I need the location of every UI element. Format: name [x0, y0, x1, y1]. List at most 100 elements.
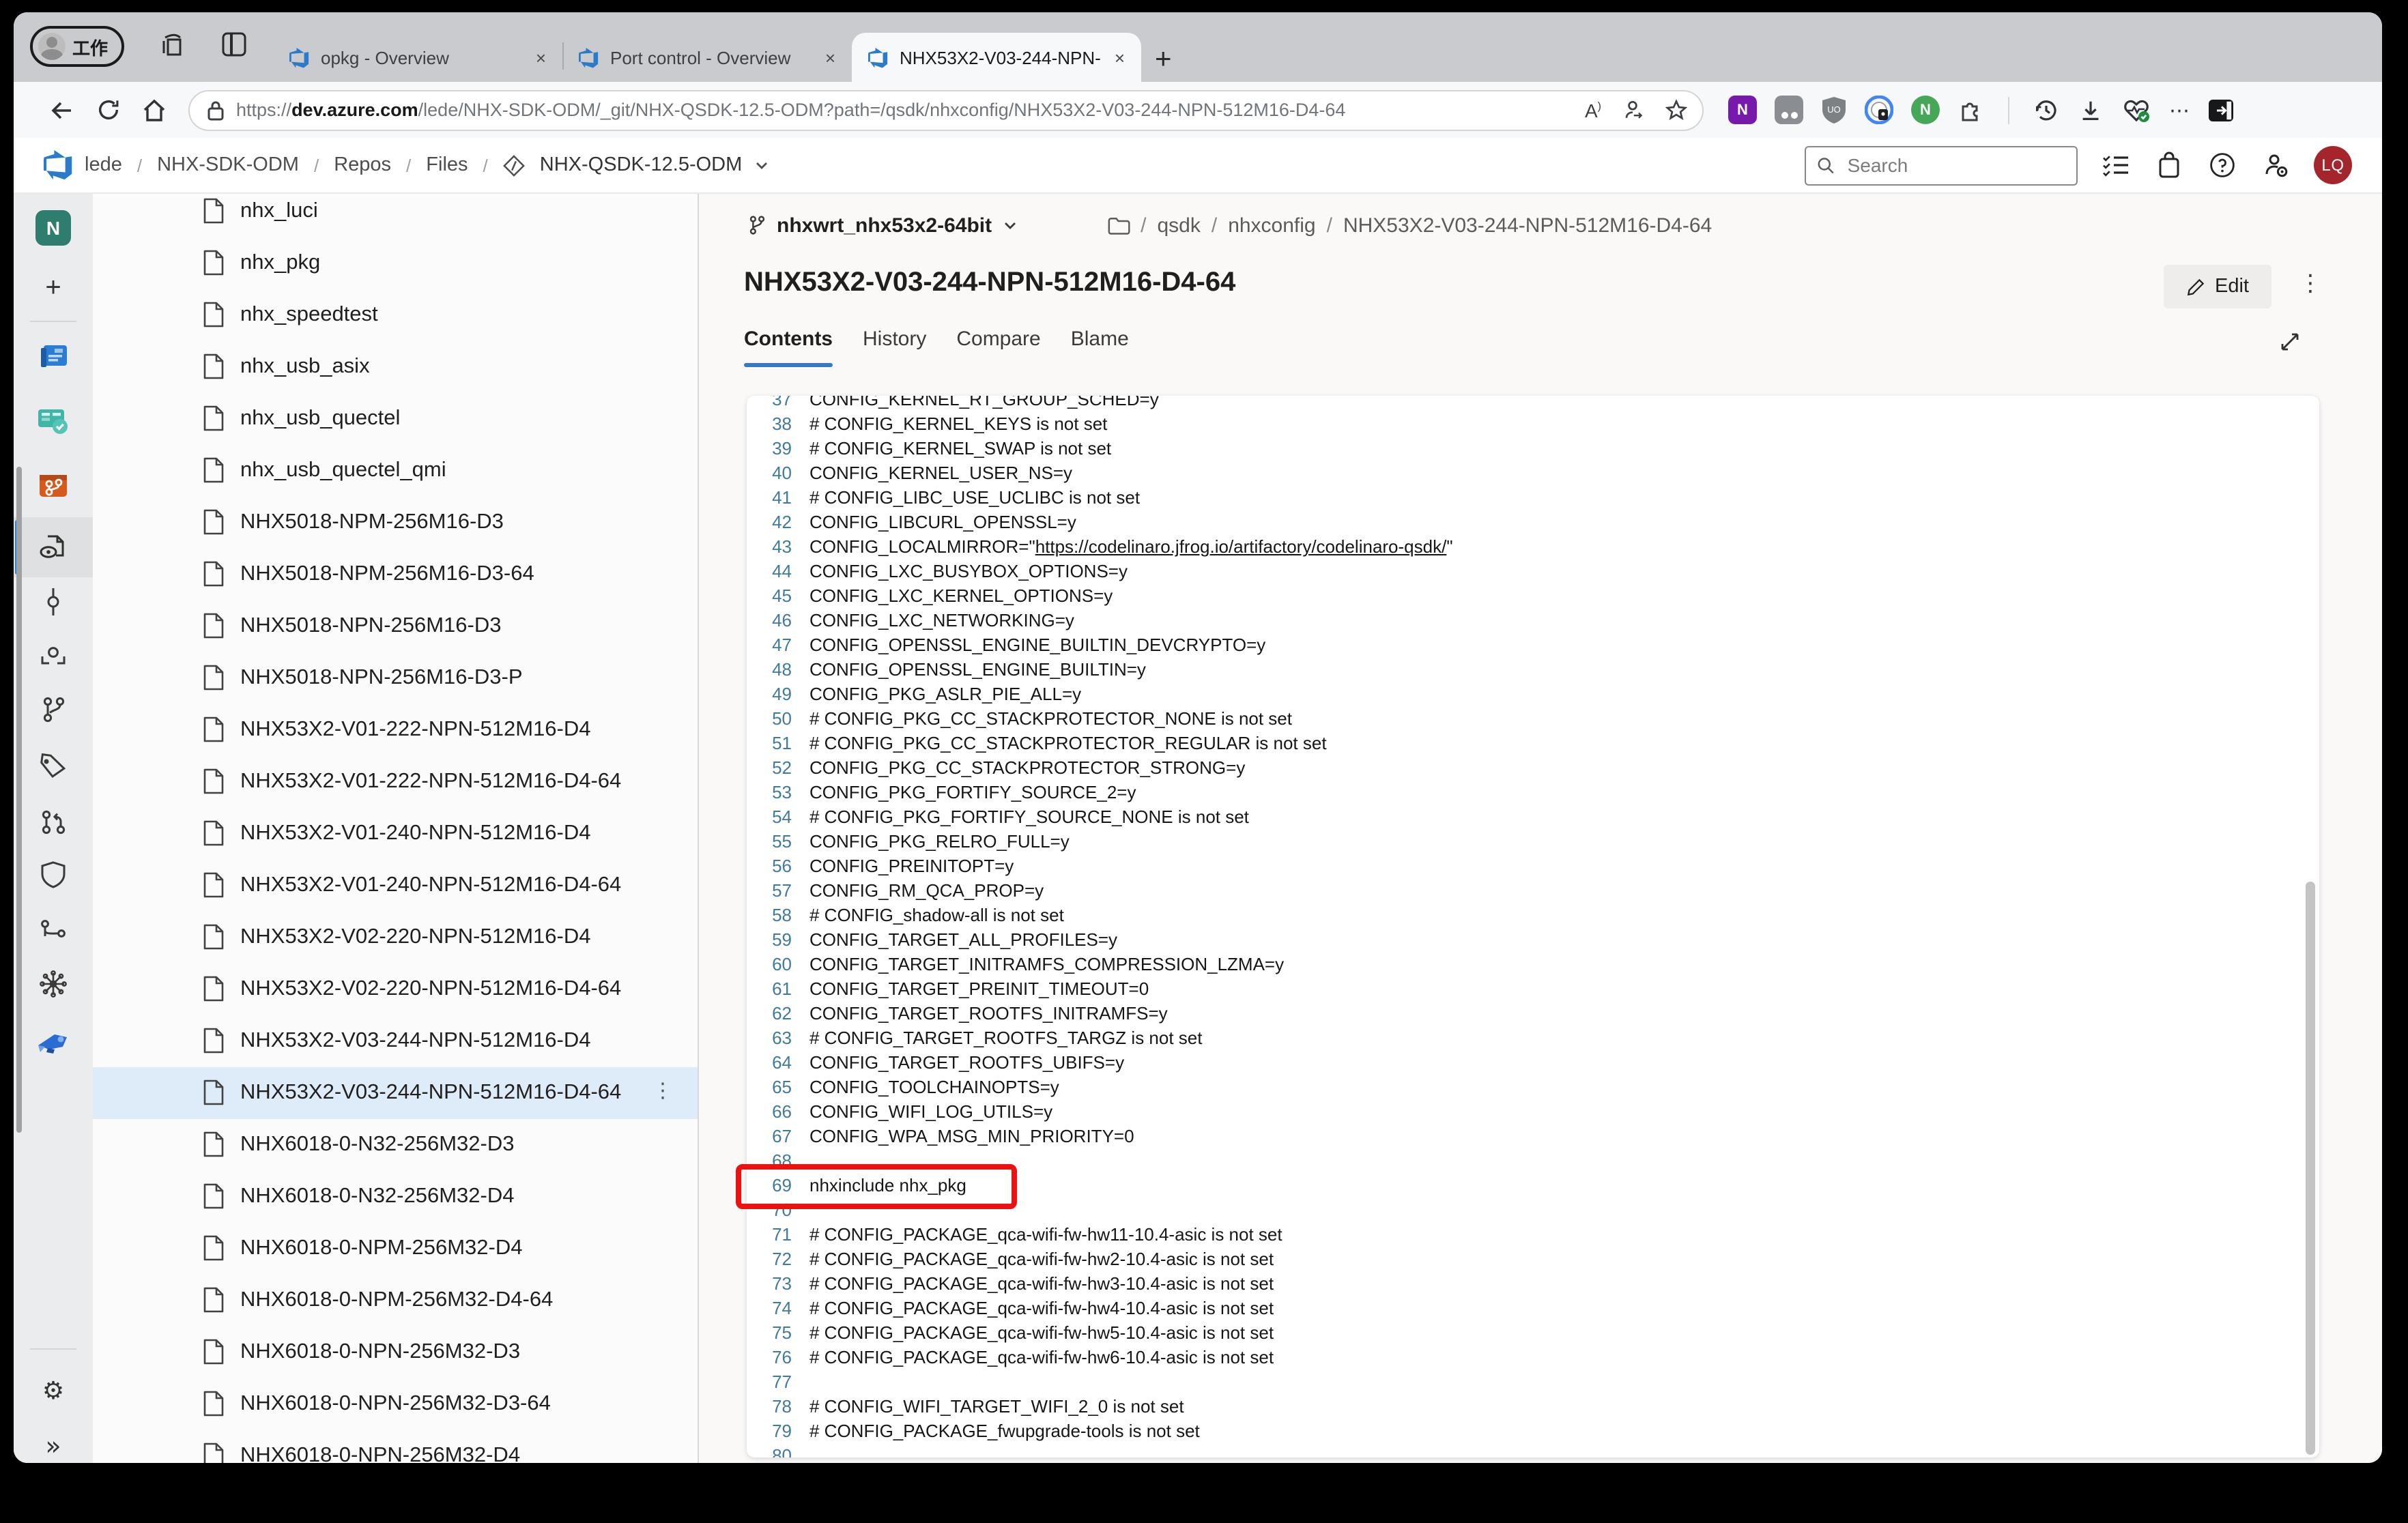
tab-history[interactable]: History: [863, 328, 926, 367]
rail-expand-icon[interactable]: »: [14, 1419, 93, 1463]
rail-boards-icon[interactable]: [14, 393, 93, 448]
task-list-icon[interactable]: [2101, 150, 2131, 180]
user-avatar[interactable]: LQ: [2314, 146, 2352, 184]
browser-profile-button[interactable]: 工作: [30, 26, 124, 67]
home-button[interactable]: [134, 89, 175, 130]
rail-pipelines-icon[interactable]: [14, 1014, 93, 1069]
tree-row[interactable]: nhx_usb_asix: [93, 341, 698, 393]
rail-security-shield-icon[interactable]: [14, 847, 93, 902]
user-settings-icon[interactable]: [2261, 150, 2291, 180]
tree-row[interactable]: NHX5018-NPM-256M16-D3-64: [93, 549, 698, 600]
tree-row[interactable]: NHX5018-NPN-256M16-D3: [93, 600, 698, 652]
tree-row[interactable]: nhx_pkg: [93, 237, 698, 289]
search-input[interactable]: [1845, 153, 2065, 177]
tree-row[interactable]: nhx_usb_quectel_qmi: [93, 445, 698, 497]
azure-devops-logo[interactable]: [44, 150, 74, 180]
marketplace-bag-icon[interactable]: [2154, 150, 2184, 180]
rail-pullrequests-icon[interactable]: [14, 794, 93, 849]
branch-selector[interactable]: nhxwrt_nhx53x2-64bit: [777, 214, 992, 237]
browser-tab[interactable]: NHX53X2-V03-244-NPN-512M ×: [852, 33, 1141, 82]
tree-row[interactable]: NHX6018-0-N32-256M32-D3: [93, 1119, 698, 1171]
tree-row[interactable]: NHX6018-0-NPM-256M32-D4: [93, 1223, 698, 1275]
back-button[interactable]: [41, 89, 82, 130]
favorites-star-icon[interactable]: [1664, 98, 1689, 122]
breadcrumb-files[interactable]: Files: [426, 154, 468, 176]
tab-actions-icon[interactable]: [221, 31, 251, 61]
rail-tags-icon[interactable]: [14, 740, 93, 794]
tree-row[interactable]: NHX53X2-V03-244-NPN-512M16-D4: [93, 1015, 698, 1067]
tree-row[interactable]: NHX5018-NPM-256M16-D3: [93, 497, 698, 549]
tree-row[interactable]: NHX6018-0-N32-256M32-D4: [93, 1171, 698, 1223]
tree-row[interactable]: NHX5018-NPN-256M16-D3-P: [93, 652, 698, 704]
code-scrollbar[interactable]: [2306, 882, 2315, 1455]
tree-row[interactable]: NHX53X2-V02-220-NPN-512M16-D4-64: [93, 963, 698, 1015]
browser-tab[interactable]: Port control - Overview ×: [562, 33, 852, 82]
rail-pushes-icon[interactable]: [14, 629, 93, 684]
session-extension-icon[interactable]: [1775, 96, 1803, 124]
tab-close-icon[interactable]: ×: [533, 47, 549, 68]
tab-contents[interactable]: Contents: [744, 328, 833, 367]
profile-sync-icon[interactable]: [1620, 98, 1645, 122]
edit-button[interactable]: Edit: [2164, 265, 2271, 308]
tree-row[interactable]: NHX6018-0-NPN-256M32-D3-64: [93, 1378, 698, 1430]
breadcrumb-org[interactable]: lede: [85, 154, 122, 176]
path-segment[interactable]: qsdk: [1157, 214, 1200, 237]
tree-row[interactable]: NHX6018-0-NPN-256M32-D3: [93, 1326, 698, 1378]
tab-close-icon[interactable]: ×: [822, 47, 838, 68]
branch-chevron-icon[interactable]: [1001, 217, 1018, 233]
tree-row[interactable]: NHX53X2-V01-240-NPN-512M16-D4: [93, 808, 698, 860]
tree-row[interactable]: NHX53X2-V01-222-NPN-512M16-D4: [93, 704, 698, 756]
mirror-url-link[interactable]: https://codelinaro.jfrog.io/artifactory/…: [1035, 536, 1447, 557]
tab-close-icon[interactable]: ×: [1112, 47, 1128, 68]
folder-icon[interactable]: [1106, 215, 1130, 235]
tab-blame[interactable]: Blame: [1071, 328, 1129, 367]
notion-like-extension-icon[interactable]: N: [1911, 96, 1940, 124]
tree-row[interactable]: nhx_usb_quectel: [93, 393, 698, 445]
rail-commits-icon[interactable]: [14, 575, 93, 629]
side-panel-icon[interactable]: [2207, 96, 2235, 124]
breadcrumb-project[interactable]: NHX-SDK-ODM: [157, 154, 299, 176]
workspaces-icon[interactable]: [158, 31, 188, 61]
ublock-extension-icon[interactable]: UO: [1821, 96, 1847, 124]
lock-icon[interactable]: [206, 99, 225, 121]
downloads-icon[interactable]: [2078, 96, 2104, 124]
onenote-extension-icon[interactable]: N: [1728, 96, 1757, 124]
settings-more-icon[interactable]: ⋯: [2169, 98, 2190, 122]
rail-branches-icon[interactable]: [14, 682, 93, 737]
rail-new-project-icon[interactable]: +: [14, 261, 93, 315]
rail-topology-icon[interactable]: [14, 957, 93, 1011]
help-icon[interactable]: [2207, 150, 2237, 180]
fullscreen-icon[interactable]: [2278, 330, 2302, 353]
password-manager-extension-icon[interactable]: [1865, 96, 1893, 124]
tree-row[interactable]: nhx_luci: [93, 194, 698, 237]
address-bar[interactable]: https://dev.azure.com/lede/NHX-SDK-ODM/_…: [188, 89, 1704, 130]
tree-row[interactable]: NHX53X2-V02-220-NPN-512M16-D4: [93, 912, 698, 963]
rail-project-avatar[interactable]: N: [14, 201, 93, 255]
rail-overview-icon[interactable]: [14, 329, 93, 383]
search-box[interactable]: [1805, 145, 2078, 185]
browser-tab[interactable]: opkg - Overview ×: [273, 33, 562, 82]
path-segment[interactable]: nhxconfig: [1228, 214, 1315, 237]
new-tab-button[interactable]: +: [1155, 45, 1172, 74]
breadcrumb-repos[interactable]: Repos: [334, 154, 391, 176]
tree-row[interactable]: NHX53X2-V01-240-NPN-512M16-D4-64: [93, 860, 698, 912]
rail-project-settings-icon[interactable]: ⚙: [14, 1363, 93, 1418]
browser-essentials-icon[interactable]: [2121, 96, 2151, 124]
read-aloud-icon[interactable]: A): [1585, 99, 1601, 121]
tree-row-more-icon[interactable]: ⋮: [653, 1078, 673, 1103]
tree-row[interactable]: NHX6018-0-NPN-256M32-D4: [93, 1430, 698, 1463]
refresh-button[interactable]: [87, 89, 128, 130]
extensions-puzzle-icon[interactable]: [1958, 96, 1985, 124]
rail-files-icon[interactable]: [14, 517, 93, 577]
rail-commit-graph-icon[interactable]: [14, 902, 93, 957]
tab-compare[interactable]: Compare: [956, 328, 1040, 367]
history-icon[interactable]: [2033, 96, 2060, 124]
tree-row[interactable]: nhx_speedtest: [93, 289, 698, 341]
path-segment[interactable]: NHX53X2-V03-244-NPN-512M16-D4-64: [1343, 214, 1712, 237]
tree-row[interactable]: NHX6018-0-NPM-256M32-D4-64: [93, 1275, 698, 1326]
tree-row[interactable]: NHX53X2-V03-244-NPN-512M16-D4-64 ⋮: [93, 1067, 698, 1119]
repo-picker-chevron-icon[interactable]: [753, 157, 769, 173]
repo-picker[interactable]: NHX-QSDK-12.5-ODM: [540, 154, 743, 176]
rail-repos-icon[interactable]: [14, 459, 93, 513]
file-more-actions[interactable]: ⋮: [2299, 270, 2322, 298]
